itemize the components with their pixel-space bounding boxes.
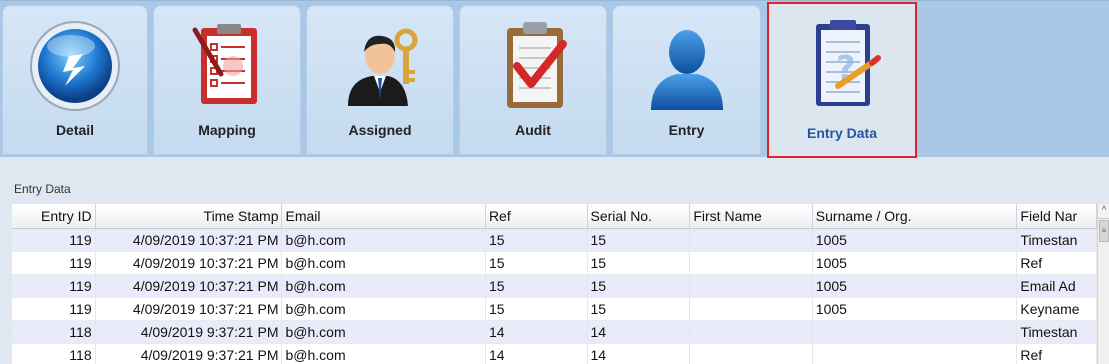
- column-ref-header[interactable]: Ref: [485, 204, 588, 229]
- column-surname-org-header[interactable]: Surname / Org.: [812, 204, 1018, 229]
- column-entry-id-header[interactable]: Entry ID: [12, 204, 96, 229]
- column-email-cell: b@h.com: [281, 297, 486, 321]
- tab-label: Entry Data: [806, 125, 878, 141]
- tab-toolbar: Detail Mapping Assigned Audit Entry ? En…: [0, 0, 1109, 158]
- table-row[interactable]: 119 4/09/2019 10:37:21 PM b@h.com 15 15 1005 E…: [12, 274, 1097, 298]
- user-silhouette-icon: [650, 30, 723, 110]
- column-serial-no-cell: 15: [587, 251, 691, 275]
- tab-mapping[interactable]: Mapping: [153, 5, 301, 155]
- column-first-name-cell: [689, 251, 813, 275]
- column-entry-id-cell: 119: [12, 251, 96, 275]
- column-field-name-cell: Timestan: [1016, 320, 1097, 344]
- column-surname-org-cell: [812, 343, 1018, 364]
- column-serial-no-cell: 15: [587, 297, 691, 321]
- column-time-stamp-header[interactable]: Time Stamp: [95, 204, 283, 229]
- table-header-row: Entry ID Time Stamp Email Ref Serial No. Firs…: [12, 204, 1097, 229]
- column-surname-org-cell: [812, 320, 1018, 344]
- column-ref-cell: 15: [485, 297, 588, 321]
- tab-entry[interactable]: Entry: [612, 5, 761, 155]
- column-ref-cell: 15: [485, 274, 588, 298]
- tab-detail[interactable]: Detail: [2, 5, 148, 155]
- column-serial-no-cell: 14: [587, 320, 691, 344]
- table-row[interactable]: 118 4/09/2019 9:37:21 PM b@h.com 14 14 Timest…: [12, 320, 1097, 344]
- column-field-name-cell: Keyname: [1016, 297, 1097, 321]
- entry-data-table: Entry ID Time Stamp Email Ref Serial No. Firs…: [12, 204, 1097, 364]
- column-ref-cell: 15: [485, 228, 588, 252]
- tab-label: Entry: [668, 122, 705, 138]
- user-key-icon: [348, 28, 418, 106]
- column-surname-org-cell: 1005: [812, 228, 1018, 252]
- column-first-name-cell: [689, 343, 813, 364]
- tab-assigned[interactable]: Assigned: [306, 5, 454, 155]
- column-email-cell: b@h.com: [281, 251, 486, 275]
- entry-data-grid[interactable]: Entry ID Time Stamp Email Ref Serial No. Firs…: [12, 204, 1097, 364]
- tab-label: Assigned: [348, 122, 412, 138]
- table-row[interactable]: 119 4/09/2019 10:37:21 PM b@h.com 15 15 1005 R…: [12, 251, 1097, 275]
- column-email-cell: b@h.com: [281, 274, 486, 298]
- column-serial-no-cell: 15: [587, 274, 691, 298]
- column-field-name-cell: Timestan: [1016, 228, 1097, 252]
- lightning-orb-icon: [30, 21, 120, 111]
- column-email-cell: b@h.com: [281, 343, 486, 364]
- section-label: Entry Data: [14, 182, 71, 196]
- tab-label: Detail: [55, 122, 95, 138]
- clipboard-question-icon: ?: [816, 20, 881, 106]
- column-entry-id-cell: 119: [12, 274, 96, 298]
- column-surname-org-cell: 1005: [812, 274, 1018, 298]
- column-first-name-cell: [689, 228, 813, 252]
- column-first-name-cell: [689, 320, 813, 344]
- column-entry-id-cell: 119: [12, 297, 96, 321]
- column-ref-cell: 15: [485, 251, 588, 275]
- column-time-stamp-cell: 4/09/2019 9:37:21 PM: [95, 320, 283, 344]
- column-serial-no-cell: 14: [587, 343, 691, 364]
- column-time-stamp-cell: 4/09/2019 9:37:21 PM: [95, 343, 283, 364]
- column-entry-id-cell: 118: [12, 320, 96, 344]
- column-entry-id-cell: 118: [12, 343, 96, 364]
- column-time-stamp-cell: 4/09/2019 10:37:21 PM: [95, 228, 283, 252]
- column-email-cell: b@h.com: [281, 228, 486, 252]
- column-first-name-header[interactable]: First Name: [689, 204, 813, 229]
- column-email-header[interactable]: Email: [281, 204, 486, 229]
- column-field-name-header[interactable]: Field Nar: [1016, 204, 1097, 229]
- scroll-up-arrow-icon[interactable]: ^: [1098, 204, 1109, 219]
- column-time-stamp-cell: 4/09/2019 10:37:21 PM: [95, 297, 283, 321]
- scroll-thumb[interactable]: ≡: [1099, 220, 1109, 242]
- tab-audit[interactable]: Audit: [459, 5, 607, 155]
- column-serial-no-header[interactable]: Serial No.: [587, 204, 691, 229]
- table-row[interactable]: 118 4/09/2019 9:37:21 PM b@h.com 14 14 Ref: [12, 343, 1097, 364]
- column-first-name-cell: [689, 274, 813, 298]
- column-surname-org-cell: 1005: [812, 297, 1018, 321]
- table-row[interactable]: 119 4/09/2019 10:37:21 PM b@h.com 15 15 1005 K…: [12, 297, 1097, 321]
- column-entry-id-cell: 119: [12, 228, 96, 252]
- column-first-name-cell: [689, 297, 813, 321]
- clipboard-checklist-icon: [192, 24, 257, 104]
- tab-label: Audit: [515, 122, 551, 138]
- column-field-name-cell: Ref: [1016, 251, 1097, 275]
- tab-entry-data[interactable]: ? Entry Data: [767, 2, 917, 158]
- column-field-name-cell: Ref: [1016, 343, 1097, 364]
- table-row[interactable]: 119 4/09/2019 10:37:21 PM b@h.com 15 15 1005 T…: [12, 228, 1097, 252]
- column-email-cell: b@h.com: [281, 320, 486, 344]
- column-surname-org-cell: 1005: [812, 251, 1018, 275]
- clipboard-checkmark-icon: [507, 22, 567, 108]
- vertical-scrollbar[interactable]: ^ ≡: [1097, 204, 1109, 364]
- column-time-stamp-cell: 4/09/2019 10:37:21 PM: [95, 251, 283, 275]
- column-ref-cell: 14: [485, 320, 588, 344]
- column-time-stamp-cell: 4/09/2019 10:37:21 PM: [95, 274, 283, 298]
- column-serial-no-cell: 15: [587, 228, 691, 252]
- tab-label: Mapping: [198, 122, 256, 138]
- column-field-name-cell: Email Ad: [1016, 274, 1097, 298]
- column-ref-cell: 14: [485, 343, 588, 364]
